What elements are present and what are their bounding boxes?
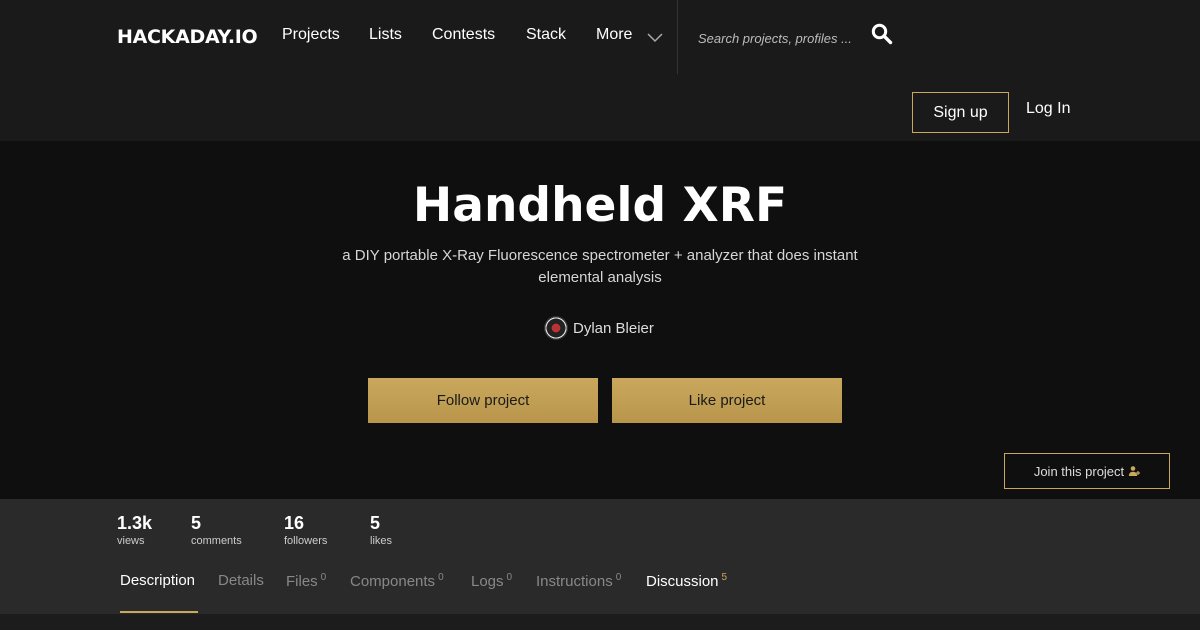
tab-count: 0 (438, 572, 444, 583)
user-plus-icon (1128, 466, 1141, 476)
stat-label: followers (284, 535, 328, 547)
tab-label: Components (350, 573, 436, 590)
tab-count: 5 (721, 572, 728, 583)
sign-up-button[interactable]: Sign up (912, 92, 1009, 133)
nav-lists[interactable]: Lists (369, 26, 402, 44)
stat-value: 1.3k (117, 513, 153, 533)
stat-likes[interactable]: 5 likes (370, 512, 392, 548)
follow-project-button[interactable]: Follow project (368, 378, 598, 423)
tab-files[interactable]: Files 0 (286, 572, 326, 590)
stat-comments[interactable]: 5 comments (191, 512, 242, 548)
avatar[interactable] (544, 316, 568, 340)
search-icon[interactable] (871, 23, 893, 45)
nav-contests[interactable]: Contests (432, 26, 495, 44)
site-logo[interactable]: HACKADAY.IO (117, 26, 258, 48)
tab-count: 0 (615, 572, 622, 583)
stat-views: 1.3k views (117, 512, 152, 548)
tab-logs[interactable]: Logs 0 (471, 572, 512, 590)
tab-label: Files (286, 573, 318, 590)
search-input[interactable] (698, 28, 863, 48)
stat-label: comments (191, 535, 242, 547)
tab-instructions[interactable]: Instructions 0 (536, 572, 621, 590)
tab-label: Instructions (536, 573, 613, 590)
content-area (0, 614, 1200, 630)
join-project-label: Join this project (1033, 463, 1125, 479)
tab-label: Details (218, 572, 264, 589)
project-title: Handheld XRF (412, 178, 788, 233)
author-name[interactable]: Dylan Bleier (573, 320, 654, 337)
tab-discussion[interactable]: Discussion 5 (646, 572, 727, 590)
nav-projects[interactable]: Projects (282, 26, 340, 44)
active-tab-indicator (120, 611, 198, 613)
stat-value: 5 (370, 513, 381, 533)
like-project-button[interactable]: Like project (612, 378, 842, 423)
tab-label: Description (120, 572, 196, 589)
tab-description[interactable]: Description (120, 572, 195, 589)
tab-details[interactable]: Details (218, 572, 264, 589)
tab-label: Discussion (646, 573, 719, 590)
tab-count: 0 (506, 572, 513, 583)
stat-value: 5 (191, 513, 202, 533)
project-stats-bar (0, 499, 1200, 614)
stat-followers[interactable]: 16 followers (284, 512, 327, 548)
project-author[interactable]: Dylan Bleier (544, 316, 654, 340)
log-in-link[interactable]: Log In (1026, 100, 1070, 118)
tab-components[interactable]: Components 0 (350, 572, 444, 590)
top-navigation-bar: HACKADAY.IO Projects Lists Contests Stac… (0, 0, 1200, 141)
nav-divider (677, 0, 678, 74)
chevron-down-icon[interactable] (647, 30, 663, 44)
stat-label: likes (370, 535, 393, 547)
join-project-button[interactable]: Join this project (1004, 453, 1170, 489)
tab-label: Logs (471, 573, 504, 590)
project-subtitle: a DIY portable X-Ray Fluorescence spectr… (342, 247, 858, 286)
tab-count: 0 (320, 572, 327, 583)
stat-label: views (117, 535, 145, 547)
nav-more[interactable]: More (596, 26, 632, 44)
stat-value: 16 (284, 513, 305, 533)
nav-stack[interactable]: Stack (526, 26, 566, 44)
